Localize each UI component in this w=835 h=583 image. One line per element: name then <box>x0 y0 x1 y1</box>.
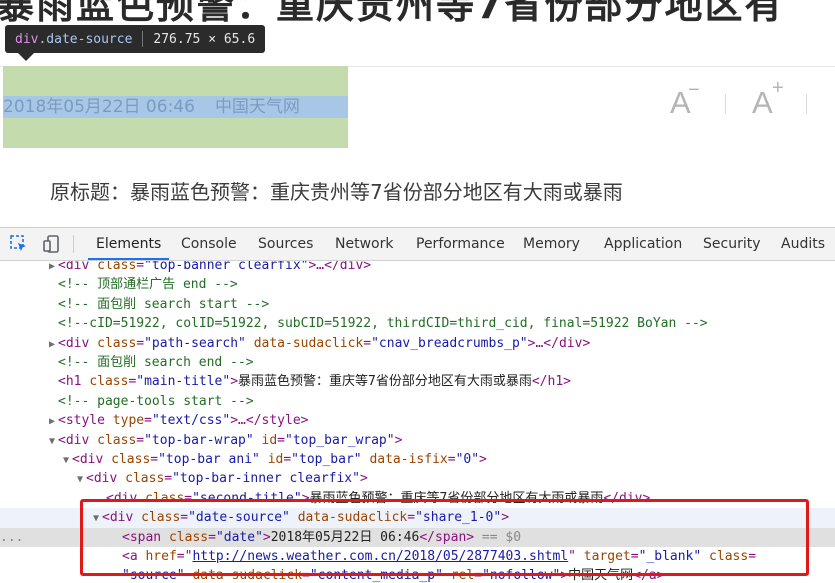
font-increase-button[interactable]: A + <box>752 78 786 122</box>
tooltip-arrow <box>18 53 34 61</box>
collapse-arrow-icon[interactable]: ▼ <box>46 432 58 451</box>
dom-node[interactable]: ▼ <div class="top-bar-wrap" id="top_bar_w… <box>0 431 835 450</box>
dom-node[interactable]: <h1 class="main-title">暴雨蓝色预警：重庆等7省份部分地区… <box>0 372 835 391</box>
inspect-element-icon[interactable] <box>9 234 29 254</box>
tab-audits[interactable]: Audits <box>781 228 825 260</box>
tab-security[interactable]: Security <box>703 228 761 260</box>
publish-date: 2018年05月22日 06:46 <box>3 97 195 117</box>
article-subtitle: 原标题：暴雨蓝色预警：重庆贵州等7省份部分地区有大雨或暴雨 <box>50 180 623 204</box>
tab-elements[interactable]: Elements <box>87 228 170 260</box>
tab-network[interactable]: Network <box>335 228 393 260</box>
dom-node[interactable]: ▶ <style type="text/css">…</style> <box>0 411 835 430</box>
font-decrease-button[interactable]: A − <box>670 80 704 122</box>
device-toolbar-icon[interactable] <box>42 234 62 254</box>
tab-performance[interactable]: Performance <box>416 228 505 260</box>
tab-console[interactable]: Console <box>181 228 237 260</box>
dom-node[interactable]: ▼ <div class="top-bar-inner clearfix"> <box>0 469 835 488</box>
dom-comment[interactable]: <!--cID=51922, colID=51922, subCID=51922… <box>0 314 835 333</box>
annotation-highlight-box <box>80 499 809 576</box>
inspect-tooltip: div .date-source 276.75 × 65.6 <box>5 25 266 53</box>
dom-comment[interactable]: <!-- 面包削 search start --> <box>0 295 835 314</box>
expand-arrow-icon[interactable]: ▶ <box>46 412 58 431</box>
tooltip-tag: div <box>15 31 39 47</box>
dom-comment[interactable]: <!-- 面包削 search end --> <box>0 353 835 372</box>
expand-arrow-icon[interactable]: ▶ <box>46 335 58 354</box>
tooltip-class: .date-source <box>38 31 133 47</box>
devtools-panel: Elements Console Sources Network Perform… <box>0 227 835 583</box>
tab-application[interactable]: Application <box>604 228 682 260</box>
tooltip-dimensions: 276.75 × 65.6 <box>153 31 256 47</box>
dom-node[interactable]: ▼ <div class="top-bar ani" id="top_bar" d… <box>0 450 835 469</box>
tab-memory[interactable]: Memory <box>523 228 580 260</box>
divider <box>806 94 807 114</box>
dom-node[interactable]: ▶ <div class="top-banner clearfix">…</div… <box>0 261 835 275</box>
collapse-arrow-icon[interactable]: ▼ <box>60 451 72 470</box>
tab-sources[interactable]: Sources <box>258 228 313 260</box>
devtools-toolbar: Elements Console Sources Network Perform… <box>0 228 835 261</box>
dom-comment[interactable]: <!-- page-tools start --> <box>0 392 835 411</box>
dom-node[interactable]: ▶ <div class="path-search" data-sudaclick… <box>0 334 835 353</box>
more-options-icon[interactable]: ... <box>0 528 23 547</box>
date-source: 2018年05月22日 06:46 中国天气网 <box>3 96 300 118</box>
dom-comment[interactable]: <!-- 顶部通栏广告 end --> <box>0 275 835 294</box>
collapse-arrow-icon[interactable]: ▼ <box>74 470 86 489</box>
elements-tree: ▶ <div class="top-banner clearfix">…</div… <box>0 261 835 583</box>
font-increase-icon: A <box>752 85 773 120</box>
divider <box>725 94 726 114</box>
source-link[interactable]: 中国天气网 <box>215 97 300 117</box>
expand-arrow-icon[interactable]: ▶ <box>46 261 58 276</box>
web-page-viewport: 暴雨蓝色预警：重庆贵州等7省份部分地区有 2018年05月22日 06:46 中国… <box>0 0 835 227</box>
